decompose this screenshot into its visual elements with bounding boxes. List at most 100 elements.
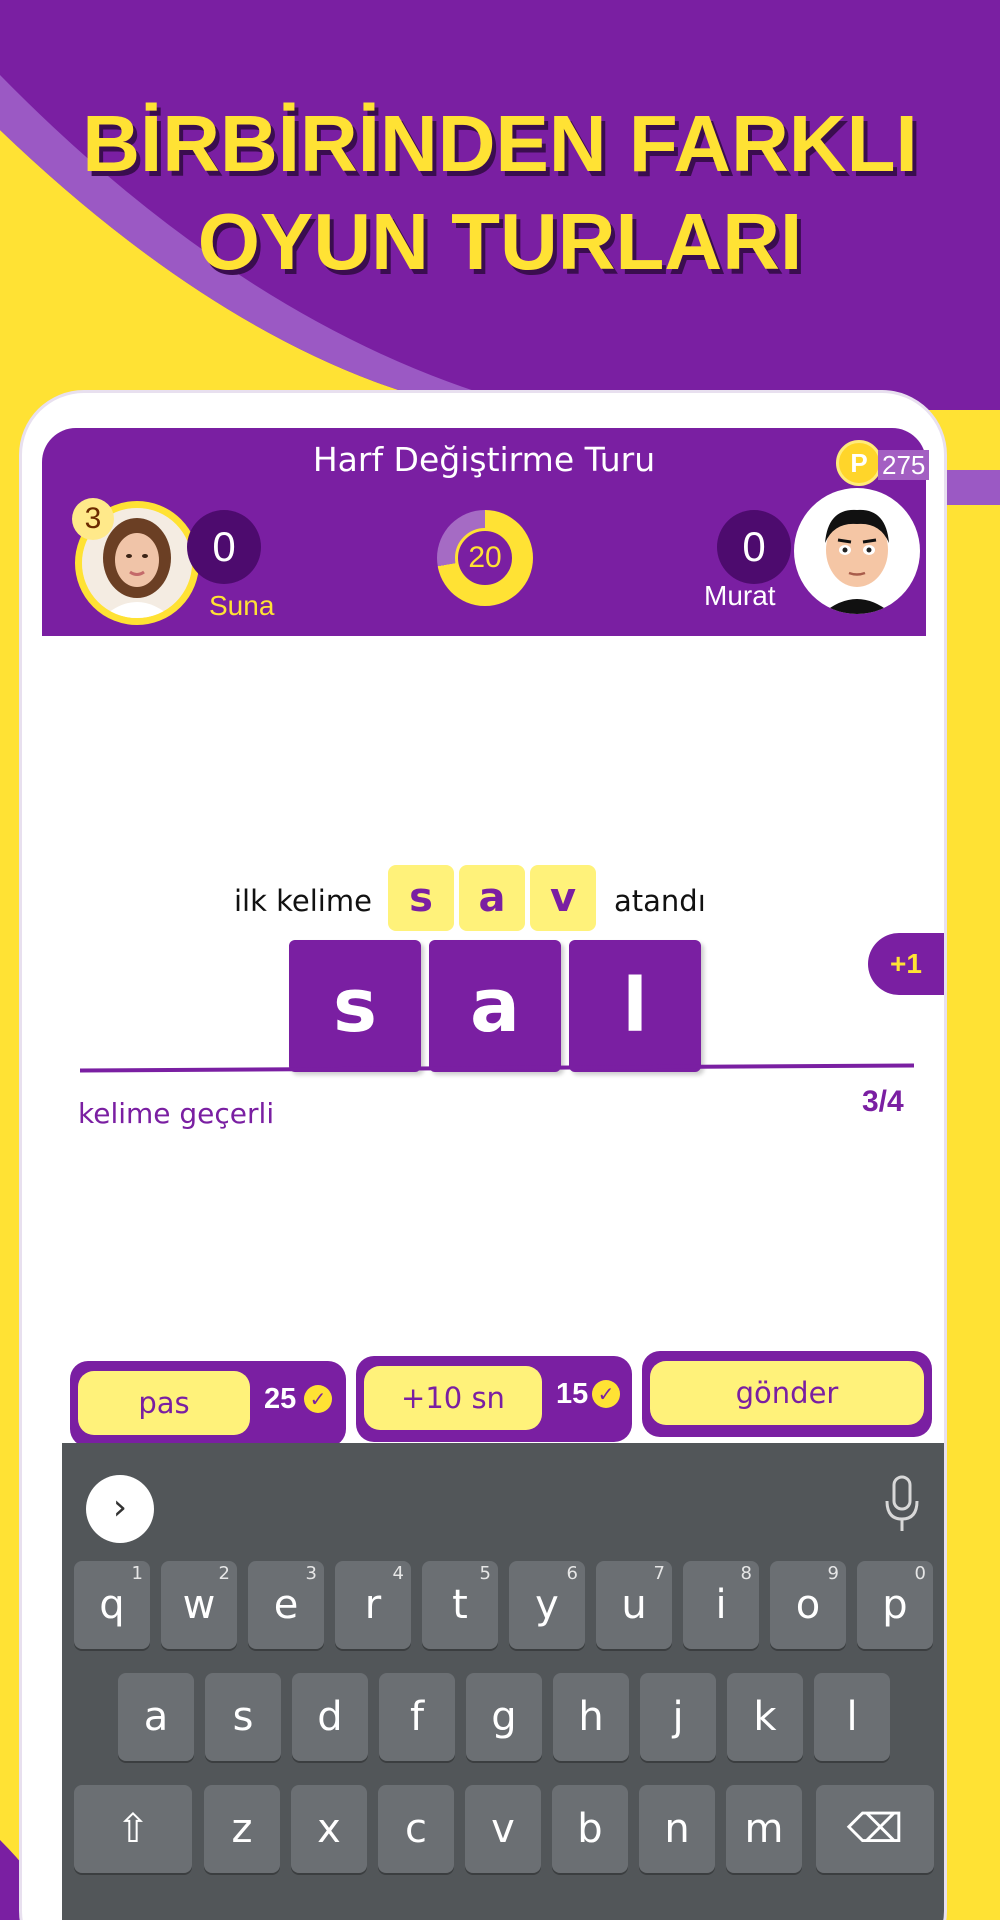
key-f[interactable]: f [379, 1673, 455, 1761]
key-r[interactable]: r4 [335, 1561, 411, 1649]
onscreen-keyboard: › q 1 w 2 e 3 r 4 t 5 y 6 u 7 i 8 o 9 p 0 a s d f g h j k l ⇧ z x c v b n m ⌫ [62, 1443, 944, 1920]
key-q[interactable]: q1 [74, 1561, 150, 1649]
key-label: x [317, 1806, 341, 1852]
key-label: p [882, 1582, 908, 1628]
key-label: n [664, 1806, 690, 1852]
key-b[interactable]: b [552, 1785, 628, 1873]
word-progress: 3/4 [862, 1085, 904, 1118]
key-v[interactable]: v [465, 1785, 541, 1873]
key-label: b [577, 1806, 603, 1852]
game-header: Harf Değiştirme Turu P 275 3 0 Suna 20 0… [42, 428, 930, 636]
key-hint: 4 [392, 1563, 404, 1584]
key-label: f [409, 1694, 425, 1740]
current-word-letter[interactable]: a [429, 940, 561, 1072]
key-label: m [744, 1806, 784, 1852]
key-label: o [795, 1582, 821, 1628]
pass-cost: 25 [264, 1383, 297, 1415]
pass-button[interactable]: pas 25 ✓ [70, 1361, 346, 1447]
first-word-letter: a [459, 865, 525, 931]
timer-value: 20 [455, 528, 515, 588]
key-o[interactable]: o9 [770, 1561, 846, 1649]
key-s[interactable]: s [205, 1673, 281, 1761]
key-e[interactable]: e3 [248, 1561, 324, 1649]
key-hint: 3 [305, 1563, 317, 1584]
prompt-suffix: atandı [614, 884, 706, 918]
key-j[interactable]: j [640, 1673, 716, 1761]
key-m[interactable]: m [726, 1785, 802, 1873]
key-label: w [182, 1582, 216, 1628]
first-word-letter: s [388, 865, 454, 931]
backspace-key[interactable]: ⌫ [816, 1785, 934, 1873]
word-status: kelime geçerli [78, 1097, 275, 1130]
extra-time-cost: 15 [556, 1378, 589, 1410]
key-x[interactable]: x [291, 1785, 367, 1873]
coin-icon: P [836, 440, 882, 486]
key-label: k [753, 1694, 777, 1740]
key-label: h [578, 1694, 604, 1740]
key-hint: 6 [566, 1563, 578, 1584]
level-badge: 3 [72, 498, 114, 540]
key-a[interactable]: a [118, 1673, 194, 1761]
submit-button[interactable]: gönder [642, 1351, 932, 1437]
current-word-letter[interactable]: s [289, 940, 421, 1072]
key-label: y [535, 1582, 559, 1628]
check-icon: ✓ [592, 1380, 620, 1408]
timer-ring: 20 [437, 510, 533, 606]
chevron-right-icon[interactable]: › [86, 1475, 154, 1543]
key-label: v [491, 1806, 515, 1852]
extra-time-label: +10 sn [364, 1366, 542, 1430]
key-hint: 7 [653, 1563, 665, 1584]
key-label: r [364, 1582, 382, 1628]
submit-label: gönder [650, 1361, 924, 1425]
key-label: e [273, 1582, 299, 1628]
cartoon-face-icon [822, 509, 892, 614]
first-word-letter: v [530, 865, 596, 931]
shift-key[interactable]: ⇧ [74, 1785, 192, 1873]
key-c[interactable]: c [378, 1785, 454, 1873]
score-suna: 0 [187, 510, 261, 584]
key-label: g [491, 1694, 517, 1740]
current-word-letter[interactable]: l [569, 940, 701, 1072]
key-hint: 0 [914, 1563, 926, 1584]
key-label: j [672, 1694, 684, 1740]
key-n[interactable]: n [639, 1785, 715, 1873]
key-label: s [232, 1694, 254, 1740]
player-name-murat: Murat [704, 580, 776, 611]
key-h[interactable]: h [553, 1673, 629, 1761]
key-label: t [452, 1582, 468, 1628]
key-d[interactable]: d [292, 1673, 368, 1761]
key-l[interactable]: l [814, 1673, 890, 1761]
coin-count: 275 [878, 450, 930, 480]
prompt-prefix: ilk kelime [234, 884, 372, 918]
key-label: z [231, 1806, 253, 1852]
key-u[interactable]: u7 [596, 1561, 672, 1649]
phone-frame: Harf Değiştirme Turu P 275 3 0 Suna 20 0… [22, 393, 944, 1920]
pass-label: pas [78, 1371, 250, 1435]
key-z[interactable]: z [204, 1785, 280, 1873]
key-label: c [405, 1806, 427, 1852]
key-w[interactable]: w2 [161, 1561, 237, 1649]
key-t[interactable]: t5 [422, 1561, 498, 1649]
key-y[interactable]: y6 [509, 1561, 585, 1649]
headline-line-2: OYUN TURLARI [197, 197, 803, 286]
key-hint: 8 [740, 1563, 752, 1584]
round-title: Harf Değiştirme Turu [312, 440, 656, 479]
avatar-murat[interactable] [794, 488, 920, 614]
extra-time-button[interactable]: +10 sn 15 ✓ [356, 1356, 632, 1442]
promo-headline: BİRBİRİNDEN FARKLI OYUN TURLARI [0, 95, 1000, 291]
key-hint: 9 [827, 1563, 839, 1584]
microphone-icon[interactable] [882, 1475, 922, 1535]
key-p[interactable]: p0 [857, 1561, 933, 1649]
key-label: q [99, 1582, 125, 1628]
key-k[interactable]: k [727, 1673, 803, 1761]
key-g[interactable]: g [466, 1673, 542, 1761]
key-i[interactable]: i8 [683, 1561, 759, 1649]
bonus-badge: +1 [868, 933, 944, 995]
key-label: d [317, 1694, 343, 1740]
key-label: a [143, 1694, 169, 1740]
player-name-suna: Suna [209, 590, 275, 621]
score-murat: 0 [717, 510, 791, 584]
key-label: ⌫ [846, 1806, 904, 1852]
key-label: ⇧ [116, 1806, 150, 1852]
headline-line-1: BİRBİRİNDEN FARKLI [82, 99, 918, 188]
